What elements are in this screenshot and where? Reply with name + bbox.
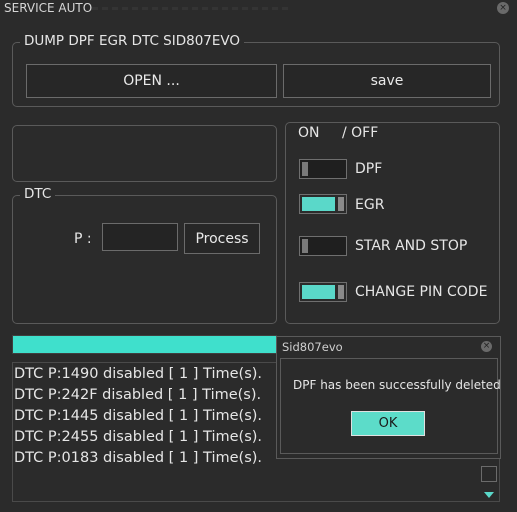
title-decoration [92, 7, 292, 10]
dialog-body [280, 358, 498, 454]
progress-fill [13, 336, 276, 353]
dpf-toggle-label: DPF [355, 161, 383, 177]
dialog-title: Sid807evo [282, 340, 343, 354]
scroll-down-icon[interactable] [481, 486, 497, 498]
window-close-icon[interactable]: × [497, 2, 509, 14]
process-button[interactable]: Process [184, 223, 260, 254]
log-list: DTC P:1490 disabled [ 1 ] Time(s). DTC P… [14, 364, 274, 469]
p-input[interactable] [102, 223, 178, 251]
change-pin-toggle[interactable] [299, 282, 347, 302]
dtc-group-legend: DTC [20, 186, 56, 202]
start-stop-toggle-label: STAR AND STOP [355, 238, 468, 254]
log-line: DTC P:1490 disabled [ 1 ] Time(s). [14, 366, 263, 382]
log-line: DTC P:2455 disabled [ 1 ] Time(s). [14, 429, 263, 445]
progress-bar [12, 335, 277, 354]
scrollbar-thumb[interactable] [481, 466, 497, 482]
on-label: ON [298, 125, 320, 141]
egr-toggle-label: EGR [355, 197, 385, 213]
log-line: DTC P:242F disabled [ 1 ] Time(s). [14, 387, 262, 403]
dialog-message: DPF has been successfully deleted [293, 378, 501, 392]
start-stop-toggle[interactable] [299, 236, 347, 256]
dpf-toggle[interactable] [299, 159, 347, 179]
save-button[interactable]: save [283, 64, 491, 98]
dialog-close-icon[interactable]: × [481, 341, 492, 352]
window-title: SERVICE AUTO [4, 1, 93, 15]
ok-button[interactable]: OK [351, 411, 425, 436]
off-label: / OFF [342, 125, 379, 141]
change-pin-toggle-label: CHANGE PIN CODE [355, 284, 488, 300]
egr-toggle[interactable] [299, 194, 347, 214]
open-button[interactable]: OPEN ... [26, 64, 277, 98]
log-line: DTC P:1445 disabled [ 1 ] Time(s). [14, 408, 263, 424]
log-line: DTC P:0183 disabled [ 1 ] Time(s). [14, 450, 263, 466]
dump-group-legend: DUMP DPF EGR DTC SID807EVO [20, 33, 245, 49]
dtc-group [12, 195, 277, 324]
info-panel [12, 125, 277, 182]
p-label: P : [74, 231, 92, 247]
